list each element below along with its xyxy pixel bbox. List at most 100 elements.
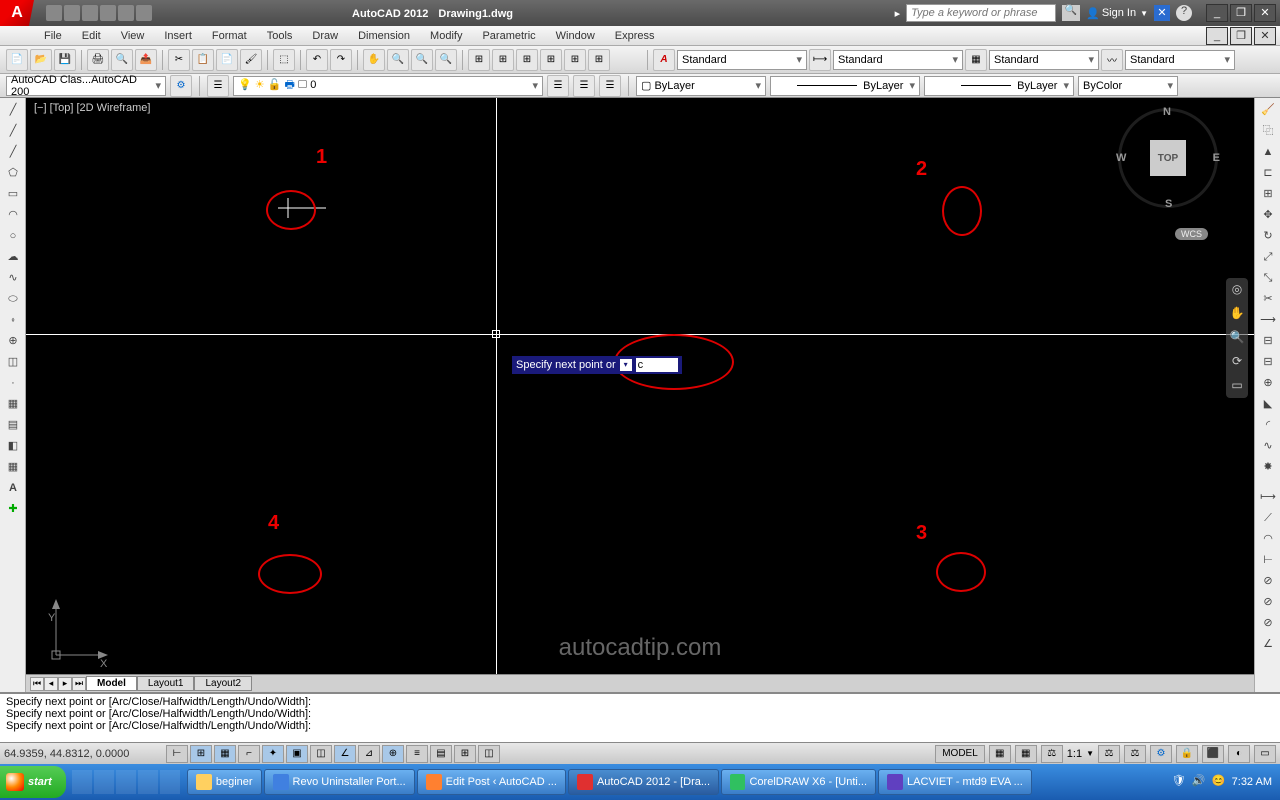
xline-icon[interactable]: ╱ [2, 121, 24, 141]
preview-button[interactable]: 🔍 [111, 49, 133, 71]
mlstyle-icon[interactable]: 〰 [1101, 49, 1123, 71]
nav-zoom-icon[interactable]: 🔍 [1229, 330, 1245, 346]
tab-model[interactable]: Model [86, 676, 137, 691]
tray-icon[interactable]: 😊 [1212, 774, 1228, 790]
taskbar-task[interactable]: Edit Post ‹ AutoCAD ... [417, 769, 566, 795]
annotation-scale[interactable]: 1:1 [1067, 748, 1082, 760]
arc-icon[interactable]: ◠ [2, 205, 24, 225]
ortho-button[interactable]: ⌐ [238, 745, 260, 763]
spline-icon[interactable]: ∿ [2, 268, 24, 288]
grid-button[interactable]: ▦ [214, 745, 236, 763]
break-icon[interactable]: ⊟ [1257, 352, 1279, 372]
break-pt-icon[interactable]: ⊟ [1257, 331, 1279, 351]
polar-button[interactable]: ✦ [262, 745, 284, 763]
taskbar-task[interactable]: CorelDRAW X6 - [Unti... [721, 769, 876, 795]
matchprop-button[interactable]: 🖌 [240, 49, 262, 71]
blockeditor-button[interactable]: ⬚ [273, 49, 295, 71]
rect-icon[interactable]: ▭ [2, 184, 24, 204]
mirror-icon[interactable]: ▲ [1257, 142, 1279, 162]
dim-arc-icon[interactable]: ◠ [1257, 529, 1279, 549]
circle-icon[interactable]: ○ [2, 226, 24, 246]
tray-icon[interactable]: 🛡 [1172, 774, 1188, 790]
ql-icon[interactable] [116, 770, 136, 794]
rotate-icon[interactable]: ↻ [1257, 226, 1279, 246]
explode-icon[interactable]: ✸ [1257, 457, 1279, 477]
doc-close-icon[interactable]: ✕ [1254, 27, 1276, 45]
layeriso-button[interactable]: ☰ [547, 75, 569, 97]
linetype-combo[interactable]: ByLayer▾ [770, 76, 920, 96]
save-button[interactable]: 💾 [54, 49, 76, 71]
menu-parametric[interactable]: Parametric [482, 30, 535, 42]
ql-icon[interactable] [138, 770, 158, 794]
dc-button[interactable]: ⊞ [492, 49, 514, 71]
tab-layout2[interactable]: Layout2 [194, 676, 252, 691]
menu-express[interactable]: Express [615, 30, 655, 42]
signin-button[interactable]: 👤 Sign In▼ [1086, 7, 1148, 20]
tab-last-icon[interactable]: ⏭ [72, 677, 86, 691]
text-style-combo[interactable]: Standard▾ [677, 50, 807, 70]
osnap-button[interactable]: ▣ [286, 745, 308, 763]
hardware-accel-icon[interactable]: ⬛ [1202, 745, 1224, 763]
tray-icon[interactable]: 🔊 [1192, 774, 1208, 790]
erase-icon[interactable]: 🧹 [1257, 100, 1279, 120]
clock[interactable]: 7:32 AM [1232, 776, 1272, 788]
ssm-button[interactable]: ⊞ [540, 49, 562, 71]
join-icon[interactable]: ⊕ [1257, 373, 1279, 393]
mtext-icon[interactable]: A [2, 478, 24, 498]
open-icon[interactable] [64, 5, 80, 21]
dim-rad-icon[interactable]: ⊘ [1257, 571, 1279, 591]
block-icon[interactable]: ◫ [2, 352, 24, 372]
taskbar-task[interactable]: beginer [187, 769, 262, 795]
redo-icon[interactable] [118, 5, 134, 21]
table-icon[interactable]: ▦ [2, 457, 24, 477]
line-icon[interactable]: ╱ [2, 100, 24, 120]
lwt-button[interactable]: ≡ [406, 745, 428, 763]
dim-jog-icon[interactable]: ⊘ [1257, 592, 1279, 612]
dim-aligned-icon[interactable]: ⟋ [1257, 508, 1279, 528]
ql-icon[interactable] [72, 770, 92, 794]
toolbar-lock-icon[interactable]: 🔒 [1176, 745, 1198, 763]
dim-linear-icon[interactable]: ⟼ [1257, 487, 1279, 507]
doc-restore-icon[interactable]: ❐ [1230, 27, 1252, 45]
taskbar-task[interactable]: LACVIET - mtd9 EVA ... [878, 769, 1032, 795]
pline-icon[interactable]: ╱ [2, 142, 24, 162]
save-icon[interactable] [82, 5, 98, 21]
polygon-icon[interactable]: ⬠ [2, 163, 24, 183]
dyn-button[interactable]: ⊕ [382, 745, 404, 763]
close-icon[interactable]: ✕ [1254, 4, 1276, 22]
textstyle-icon[interactable]: A [653, 49, 675, 71]
tab-layout1[interactable]: Layout1 [137, 676, 195, 691]
hatch-icon[interactable]: ▦ [2, 394, 24, 414]
ellipsearc-icon[interactable]: ⬫ [2, 310, 24, 330]
undo-button[interactable]: ↶ [306, 49, 328, 71]
zoom-win-button[interactable]: 🔍 [411, 49, 433, 71]
copy-obj-icon[interactable]: ⿻ [1257, 121, 1279, 141]
plotstyle-combo[interactable]: ByColor▾ [1078, 76, 1178, 96]
viewcube-top-face[interactable]: TOP [1150, 140, 1186, 176]
menu-file[interactable]: File [44, 30, 62, 42]
plot-icon[interactable] [136, 5, 152, 21]
layeroff-button[interactable]: ☰ [599, 75, 621, 97]
stretch-icon[interactable]: ⤡ [1257, 268, 1279, 288]
copy-button[interactable]: 📋 [192, 49, 214, 71]
viewcube-w[interactable]: W [1116, 152, 1126, 164]
blend-icon[interactable]: ∿ [1257, 436, 1279, 456]
zoom-rt-button[interactable]: 🔍 [387, 49, 409, 71]
table-style-combo[interactable]: Standard▾ [989, 50, 1099, 70]
nav-wheel-icon[interactable]: ◎ [1229, 282, 1245, 298]
layerprops-button[interactable]: ☰ [207, 75, 229, 97]
doc-minimize-icon[interactable]: _ [1206, 27, 1228, 45]
sc-button[interactable]: ◫ [478, 745, 500, 763]
lineweight-combo[interactable]: ByLayer▾ [924, 76, 1074, 96]
menu-window[interactable]: Window [556, 30, 595, 42]
viewcube-s[interactable]: S [1165, 198, 1172, 210]
dynamic-input-field[interactable] [636, 358, 678, 372]
color-combo[interactable]: ▢ ByLayer▾ [636, 76, 766, 96]
menu-modify[interactable]: Modify [430, 30, 462, 42]
annoscale-icon[interactable]: ⚖ [1041, 745, 1063, 763]
tab-next-icon[interactable]: ▸ [58, 677, 72, 691]
restore-icon[interactable]: ❐ [1230, 4, 1252, 22]
menu-tools[interactable]: Tools [267, 30, 293, 42]
viewcube-e[interactable]: E [1213, 152, 1220, 164]
point-icon[interactable]: · [2, 373, 24, 393]
